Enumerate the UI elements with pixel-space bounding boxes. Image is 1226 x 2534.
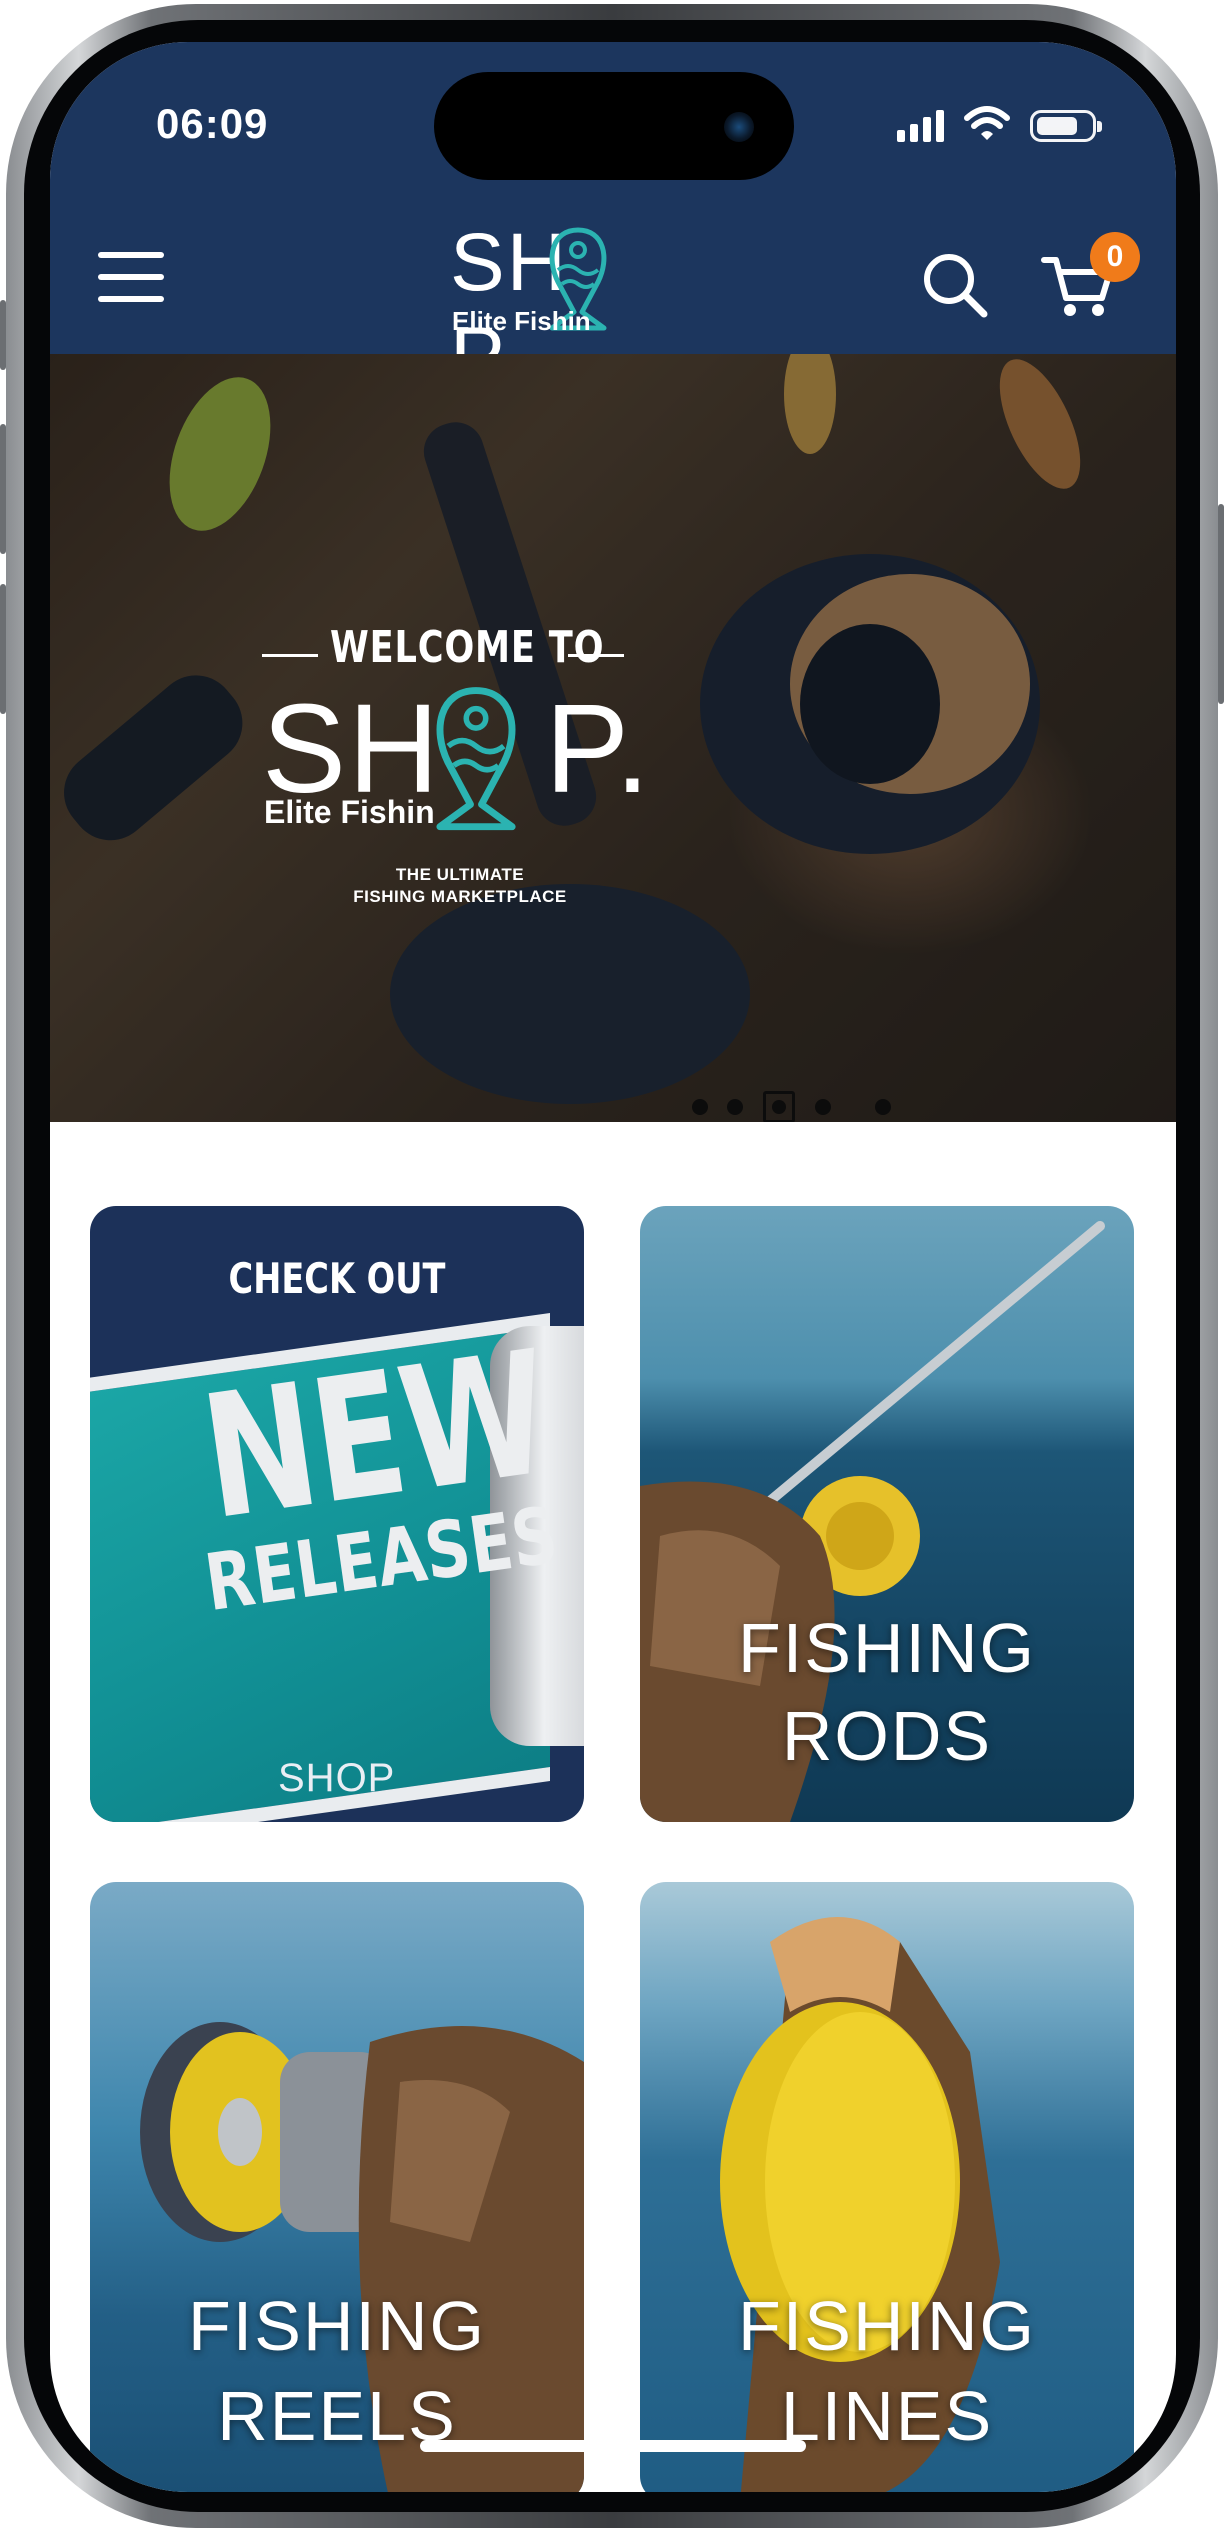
hero-carousel[interactable]: WELCOME TO SH P. Elite Fishin THE ULTIMAT… — [50, 354, 1176, 1122]
carousel-dot[interactable] — [692, 1099, 708, 1115]
volume-down-button — [0, 584, 6, 714]
tile-label-line-1: FISHING — [188, 2287, 486, 2365]
mute-switch — [0, 300, 6, 370]
logo-subtitle: Elite Fishin — [452, 306, 591, 336]
carousel-dot[interactable] — [875, 1099, 891, 1115]
welcome-heading: WELCOME TO — [330, 622, 605, 673]
tile-label-line-2: RODS — [781, 1697, 993, 1775]
category-tile-new-releases[interactable]: CHECK OUT NEW RELEASES SHOP — [90, 1206, 584, 1822]
front-camera — [724, 112, 754, 142]
dynamic-island — [434, 72, 794, 180]
carousel-dots — [670, 1091, 910, 1122]
search-button[interactable] — [920, 250, 990, 320]
category-tile-fishing-lines[interactable]: FISHING LINES — [640, 1882, 1134, 2492]
category-tile-fishing-rods[interactable]: FISHING RODS — [640, 1206, 1134, 1822]
welcome-line-left — [262, 654, 318, 657]
carousel-dot[interactable] — [727, 1099, 743, 1115]
status-bar: 06:09 — [50, 42, 1176, 212]
battery-icon — [1030, 110, 1102, 142]
menu-button[interactable] — [98, 252, 164, 304]
home-indicator[interactable] — [420, 2440, 806, 2452]
volume-up-button — [0, 424, 6, 554]
search-icon — [924, 254, 988, 318]
power-button — [1218, 504, 1224, 704]
hero-tagline-line-2: FISHING MARKETPLACE — [353, 887, 567, 906]
hero-tagline-line-1: THE ULTIMATE — [395, 865, 525, 884]
app-screen: 06:09 SHP. — [50, 42, 1176, 2492]
cart-count-badge: 0 — [1090, 232, 1140, 282]
hero-logo-text-right: P. — [545, 678, 652, 819]
status-time: 06:09 — [156, 100, 269, 147]
status-icons — [897, 106, 1102, 142]
carousel-dot-active[interactable] — [763, 1091, 795, 1122]
top-nav-bar: SHP. Elite Fishin 0 — [50, 212, 1176, 402]
tile-check-out-text: CHECK OUT — [228, 1254, 446, 1303]
category-tile-fishing-reels[interactable]: FISHING REELS — [90, 1882, 584, 2492]
cellular-signal-icon — [897, 108, 944, 142]
hamburger-icon — [98, 252, 164, 258]
wifi-icon — [964, 106, 1010, 140]
tile-label-line-1: FISHING — [738, 1609, 1036, 1687]
carousel-dot[interactable] — [815, 1099, 831, 1115]
tile-shop-logo: SHOP — [278, 1756, 396, 1800]
hero-tagline: THE ULTIMATE FISHING MARKETPLACE — [320, 864, 600, 908]
shop-logo[interactable]: SHP. Elite Fishin — [450, 217, 700, 402]
hero-logo-subtitle: Elite Fishin — [264, 794, 435, 830]
hero-fish-logo-icon — [436, 687, 516, 831]
tile-label-line-1: FISHING — [738, 2287, 1036, 2365]
